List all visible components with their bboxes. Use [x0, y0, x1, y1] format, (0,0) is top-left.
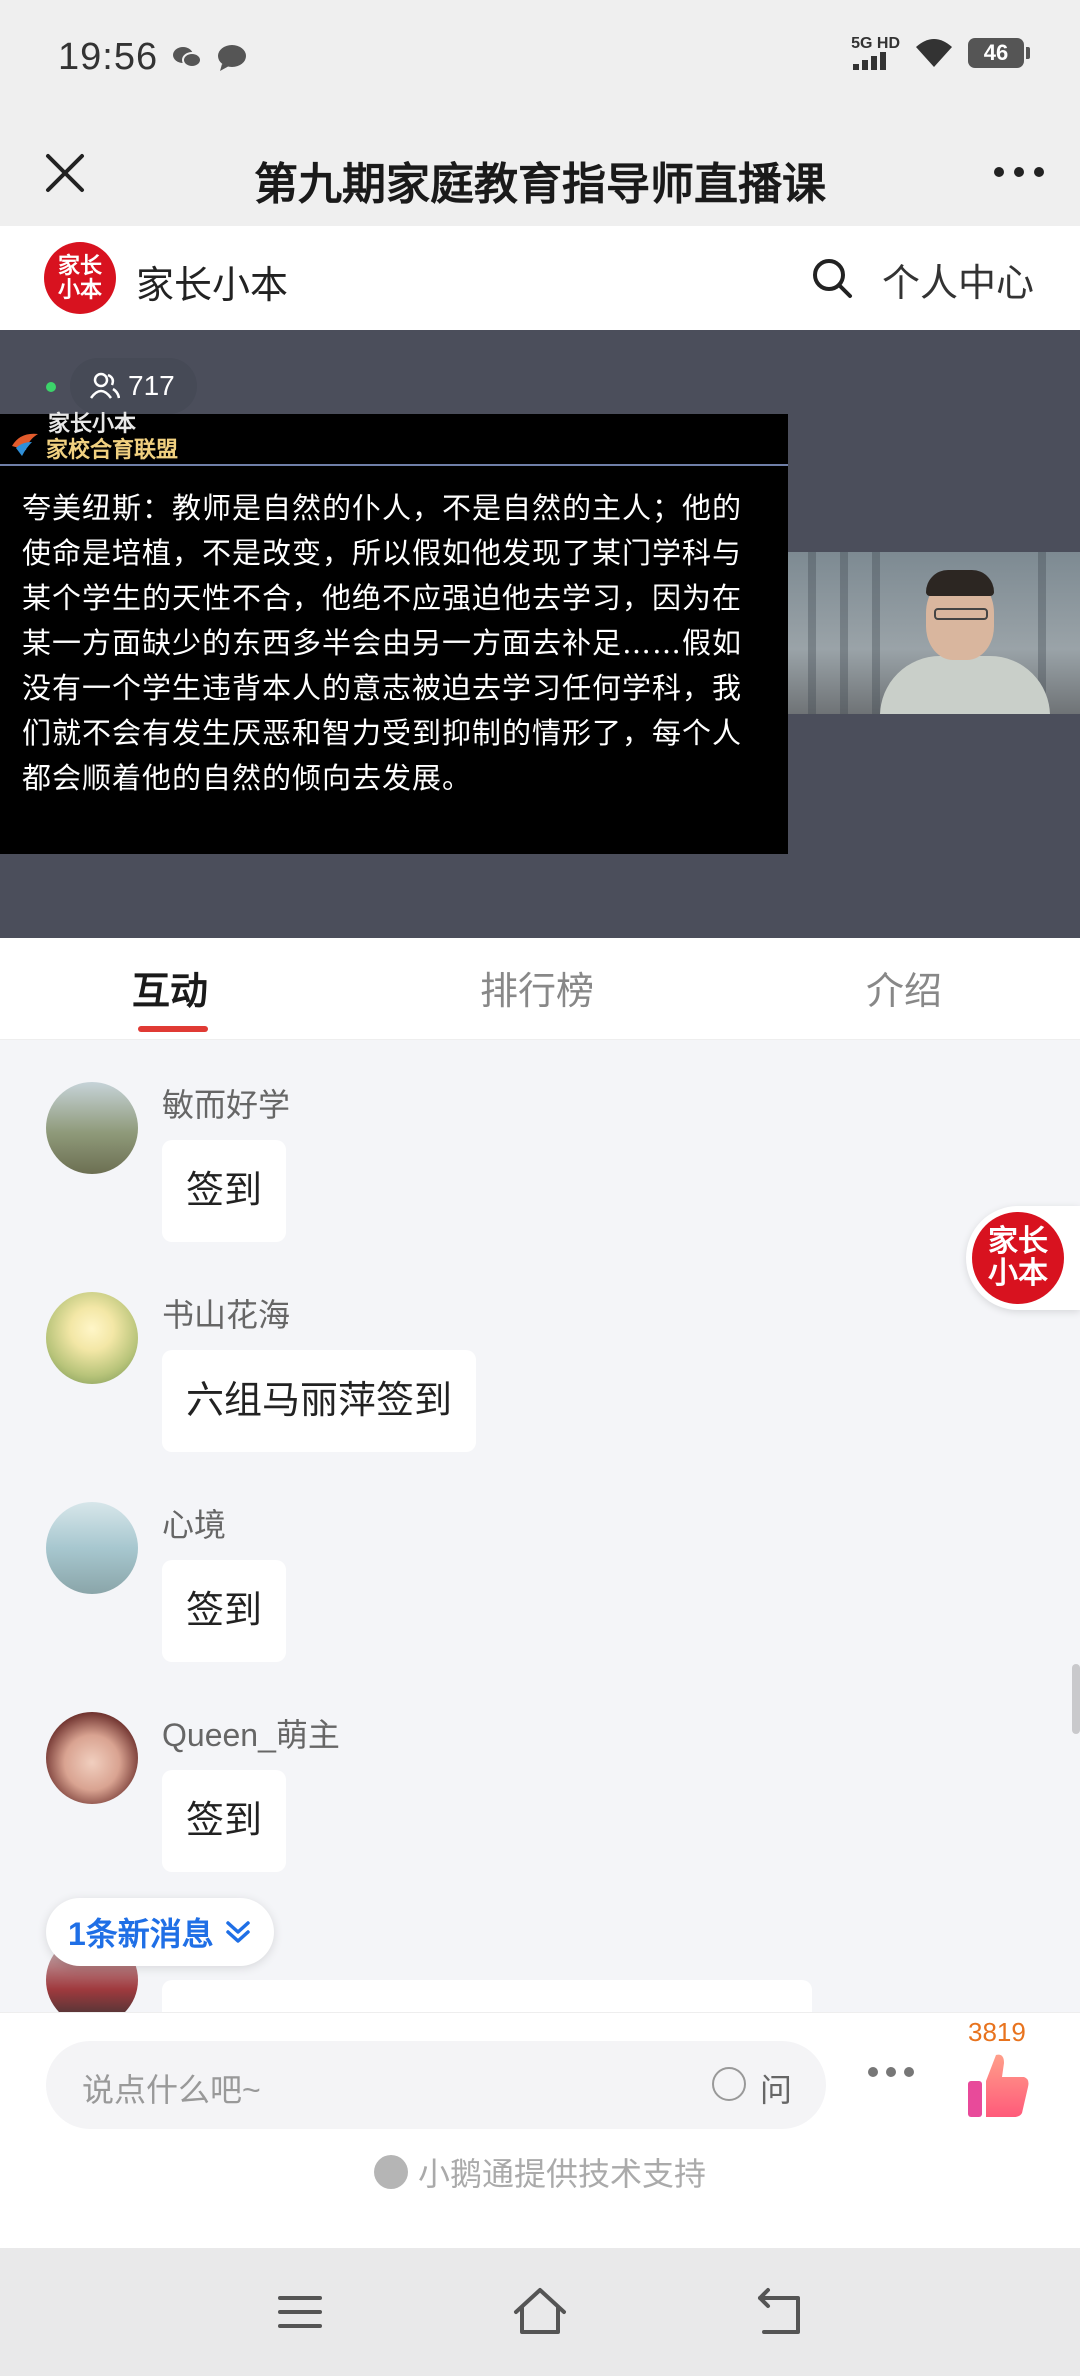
ask-question-label[interactable]: 问: [760, 2065, 792, 2111]
message-author: Queen_萌主: [162, 1717, 340, 1753]
message-bubble[interactable]: [162, 1980, 812, 2012]
signal-icon: [853, 52, 887, 70]
more-icon-dot: [1014, 167, 1024, 177]
status-notification-icons: [172, 44, 248, 72]
more-dot: [886, 2067, 896, 2077]
bird-logo-icon: [12, 433, 38, 456]
presentation-slide: 家长小本 家校合育联盟 夸美纽斯：教师是自然的仆人，不是自然的主人；他的使命是培…: [0, 411, 788, 854]
chat-bubble-icon: [218, 45, 246, 71]
presenter-camera-feed: [788, 552, 1080, 714]
chat-message: 敏而好学 签到: [0, 1040, 1080, 1250]
search-icon[interactable]: [810, 256, 854, 300]
chat-message: 心境 签到: [0, 1460, 1080, 1670]
curtain-fold: [808, 552, 816, 714]
curtain-fold: [840, 552, 848, 714]
chat-list[interactable]: 敏而好学 签到 书山花海 六组马丽萍签到 心境 签到 Queen_萌主 签到: [0, 1040, 1080, 2012]
tab-bar: 互动 排行榜 介绍: [0, 938, 1080, 1040]
presenter-hair: [926, 570, 994, 596]
floating-brand-logo: 家长小本: [972, 1212, 1064, 1304]
more-dot: [868, 2067, 878, 2077]
tab-introduction[interactable]: 介绍: [866, 960, 942, 1015]
thumbs-up-icon[interactable]: [966, 2051, 1032, 2121]
viewer-count: 717: [128, 370, 175, 401]
brand-logo[interactable]: 家长小本: [44, 242, 116, 314]
live-video-player[interactable]: 717 家长小本 家校合育联盟 夸美纽斯：教师是自然的仆人，不是自然的主人；他的…: [0, 330, 1080, 938]
battery-indicator: 46: [968, 38, 1030, 68]
comment-placeholder: 说点什么吧~: [82, 2072, 261, 2108]
wifi-icon: [916, 39, 952, 67]
active-tab-indicator: [138, 1026, 208, 1032]
chat-message: Queen_萌主 签到: [0, 1670, 1080, 1880]
page-title: 第九期家庭教育指导师直播课: [254, 160, 826, 209]
curtain-fold: [872, 552, 880, 714]
message-author: 书山花海: [162, 1297, 291, 1333]
avatar[interactable]: [46, 1082, 138, 1174]
signal-indicator: 5G HD: [851, 36, 900, 70]
new-message-pill[interactable]: 1条新消息: [46, 1898, 274, 1966]
xiaoe-logo-icon: [373, 2155, 408, 2189]
status-time: 19:56: [58, 36, 159, 78]
floating-brand-button[interactable]: 家长小本: [966, 1206, 1080, 1310]
avatar[interactable]: [46, 1292, 138, 1384]
message-bubble[interactable]: 签到: [162, 1140, 287, 1242]
scrollbar-thumb[interactable]: [1072, 1664, 1080, 1734]
tab-leaderboard[interactable]: 排行榜: [480, 960, 594, 1015]
message-bubble[interactable]: 签到: [162, 1560, 287, 1662]
system-navigation-bar: [0, 2248, 1080, 2376]
floating-brand-text: 家长小本: [988, 1225, 1048, 1290]
slide-union-text: 家校合育联盟: [46, 437, 179, 463]
more-actions-button[interactable]: [868, 2067, 914, 2077]
new-message-label: 1条新消息: [68, 1916, 214, 1952]
wechat-icon: [173, 47, 202, 68]
message-author: 敏而好学: [162, 1087, 291, 1123]
message-bubble[interactable]: 签到: [162, 1770, 287, 1872]
powered-by-text: 小鹅通提供技术支持: [417, 2156, 706, 2192]
presenter-glasses: [934, 608, 988, 620]
chat-message: 书山花海 六组马丽萍签到: [0, 1250, 1080, 1460]
people-icon: [90, 372, 120, 399]
message-author: 心境: [162, 1507, 227, 1543]
more-icon-dot: [994, 167, 1004, 177]
ask-question-radio[interactable]: [712, 2067, 746, 2101]
comment-input[interactable]: 说点什么吧~ 问: [46, 2041, 826, 2129]
home-icon[interactable]: [510, 2282, 570, 2342]
menu-icon[interactable]: [270, 2282, 330, 2342]
double-chevron-down-icon: [226, 1921, 250, 1943]
live-indicator-dot: [46, 382, 56, 392]
more-dot: [904, 2067, 914, 2077]
comment-bar: 说点什么吧~ 问 3819 小鹅通提供技术支持: [0, 2012, 1080, 2248]
avatar[interactable]: [46, 1502, 138, 1594]
network-label: 5G HD: [851, 35, 900, 52]
back-icon[interactable]: [750, 2282, 810, 2342]
brand-bar: 家长小本 家长小本 个人中心: [0, 226, 1080, 330]
slide-quote-text: 夸美纽斯：教师是自然的仆人，不是自然的主人；他的使命是培植，不是改变，所以假如他…: [22, 491, 743, 795]
more-icon-dot: [1034, 167, 1044, 177]
status-bar: 19:56 5G HD 46: [0, 0, 1080, 120]
avatar[interactable]: [46, 1712, 138, 1804]
message-bubble[interactable]: 六组马丽萍签到: [162, 1350, 477, 1452]
more-options-button[interactable]: [984, 150, 1054, 194]
presenter-body: [880, 656, 1050, 714]
user-center-link[interactable]: 个人中心: [882, 252, 1034, 307]
powered-by: 小鹅通提供技术支持: [0, 2149, 1080, 2195]
brand-name: 家长小本: [136, 265, 289, 307]
like-count: 3819: [968, 2017, 1026, 2047]
tab-interaction[interactable]: 互动: [132, 960, 208, 1015]
brand-logo-text: 家长小本: [57, 253, 102, 302]
title-bar: 第九期家庭教育指导师直播课: [0, 120, 1080, 226]
slide-header: 家长小本 家校合育联盟: [0, 411, 788, 466]
status-system-icons: 5G HD 46: [851, 36, 1030, 70]
